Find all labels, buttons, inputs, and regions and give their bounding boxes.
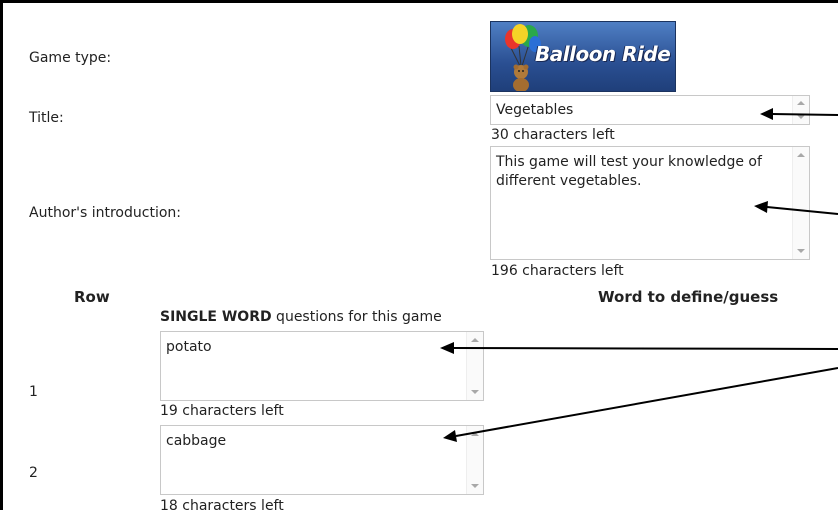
arrow-icon — [760, 108, 838, 120]
arrow-icon — [443, 367, 838, 442]
arrow-icon — [440, 342, 838, 354]
arrow-icon — [754, 201, 838, 215]
annotation-arrows — [440, 108, 838, 442]
